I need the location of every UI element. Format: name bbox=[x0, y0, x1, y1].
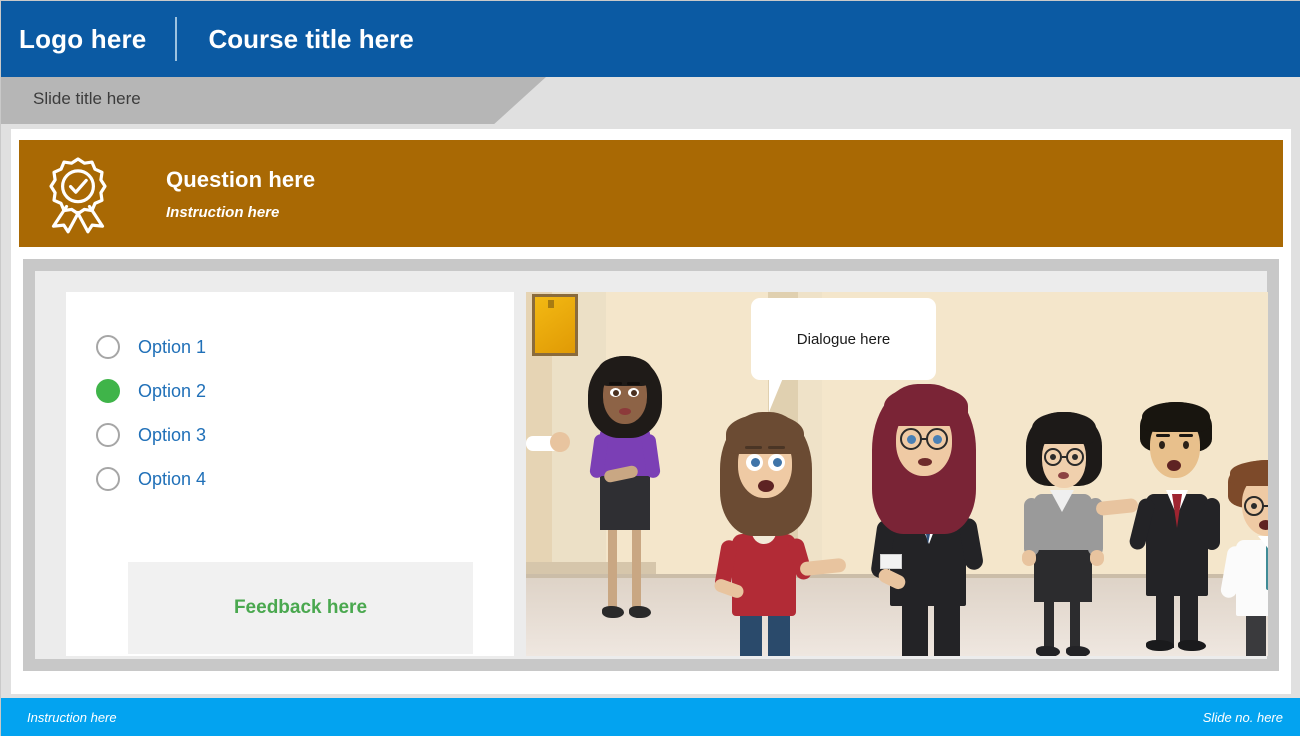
content-frame-inner: Option 1 Option 2 Option 3 Option 4 Feed… bbox=[35, 271, 1268, 659]
course-title: Course title here bbox=[208, 23, 414, 54]
speech-bubble: Dialogue here bbox=[751, 298, 936, 380]
wall-picture-frame bbox=[532, 294, 578, 356]
wall-picture-canvas bbox=[535, 297, 575, 353]
character-woman-purple bbox=[574, 350, 684, 640]
radio-button-option-4[interactable] bbox=[96, 467, 120, 491]
radio-button-option-1[interactable] bbox=[96, 335, 120, 359]
banner-instruction-text: Instruction here bbox=[166, 203, 280, 221]
character-woman-red-shirt bbox=[704, 410, 847, 656]
footer-slide-number: Slide no. here bbox=[1202, 709, 1283, 725]
option-row-2[interactable]: Option 2 bbox=[96, 369, 206, 413]
feedback-text: Feedback here bbox=[233, 597, 368, 618]
character-woman-presenter bbox=[862, 384, 1002, 656]
option-label-1[interactable]: Option 1 bbox=[138, 337, 206, 358]
option-label-3[interactable]: Option 3 bbox=[138, 425, 206, 446]
option-row-4[interactable]: Option 4 bbox=[96, 457, 206, 501]
option-label-2[interactable]: Option 2 bbox=[138, 381, 206, 402]
slide-canvas: Logo here Course title here Slide title … bbox=[0, 0, 1300, 736]
option-row-3[interactable]: Option 3 bbox=[96, 413, 206, 457]
option-row-1[interactable]: Option 1 bbox=[96, 325, 206, 369]
banner-text-group: Question here Instruction here bbox=[166, 167, 315, 221]
question-text: Question here bbox=[166, 166, 316, 192]
logo-placeholder[interactable]: Logo here bbox=[1, 24, 146, 55]
slide-footer: Instruction here Slide no. here bbox=[1, 698, 1300, 736]
wall-picture-detail bbox=[548, 300, 554, 308]
question-banner: Question here Instruction here bbox=[19, 140, 1283, 247]
option-label-4[interactable]: Option 4 bbox=[138, 469, 206, 490]
feedback-panel: Feedback here bbox=[128, 562, 473, 654]
character-woman-grey-top bbox=[1012, 410, 1122, 656]
radio-button-option-2[interactable] bbox=[96, 379, 120, 403]
dialogue-text: Dialogue here bbox=[796, 330, 891, 348]
slide-title: Slide title here bbox=[33, 89, 141, 108]
scene-illustration: Dialogue here bbox=[526, 292, 1268, 656]
content-frame-outer: Option 1 Option 2 Option 3 Option 4 Feed… bbox=[23, 259, 1279, 671]
course-header: Logo here Course title here bbox=[1, 1, 1300, 77]
character-partial-left-arm bbox=[526, 430, 570, 470]
options-panel: Option 1 Option 2 Option 3 Option 4 Feed… bbox=[66, 292, 514, 656]
award-ribbon-icon bbox=[49, 156, 107, 233]
speech-bubble-tail bbox=[769, 378, 793, 412]
character-young-man-white-shirt bbox=[1216, 460, 1268, 656]
options-list: Option 1 Option 2 Option 3 Option 4 bbox=[96, 325, 206, 501]
radio-button-option-3[interactable] bbox=[96, 423, 120, 447]
footer-instruction-text: Instruction here bbox=[27, 709, 117, 725]
